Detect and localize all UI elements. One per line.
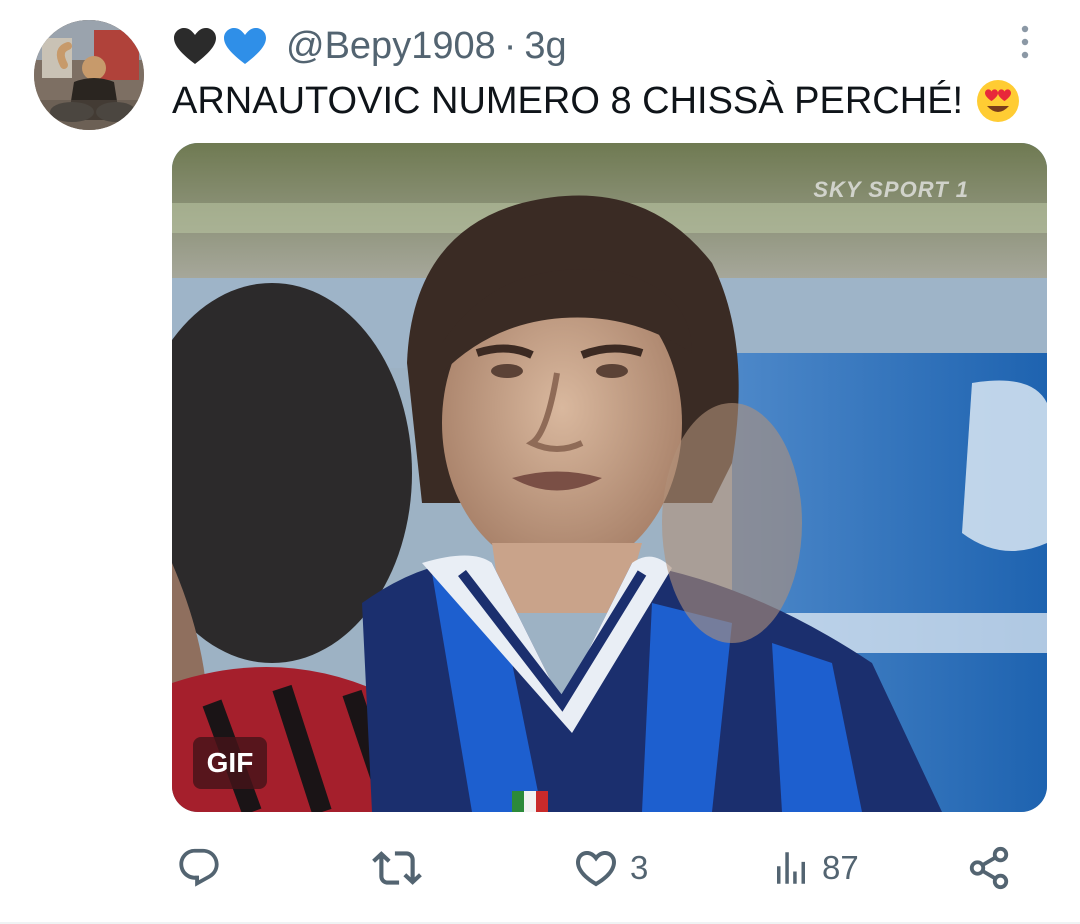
broadcast-logo: SKY SPORT 1 (813, 177, 969, 202)
reply-icon (179, 848, 219, 887)
views-count: 87 (822, 849, 859, 886)
blue-heart-icon (224, 28, 266, 64)
more-options-button[interactable] (1010, 22, 1040, 62)
gif-badge: GIF (193, 737, 267, 789)
separator-dot: · (503, 24, 517, 67)
tweet-text-body: ARNAUTOVIC NUMERO 8 CHISSÀ PERCHÉ! (172, 79, 964, 122)
display-name-emojis (172, 26, 268, 66)
like-button[interactable]: 3 (572, 840, 648, 896)
avatar-image (34, 20, 144, 130)
black-heart-icon (174, 28, 216, 64)
like-count: 3 (630, 849, 649, 886)
views-button[interactable]: 87 (770, 840, 859, 896)
user-handle[interactable]: @Bepy1908 (286, 25, 496, 68)
timestamp[interactable]: 3g (524, 25, 566, 68)
heart-eyes-emoji-icon (977, 80, 1020, 122)
reply-button[interactable] (176, 840, 222, 896)
tweet-header: @Bepy1908 · 3g (172, 18, 567, 74)
heart-icon (575, 851, 617, 887)
avatar[interactable] (34, 20, 144, 130)
retweet-icon (372, 851, 422, 885)
tweet[interactable]: @Bepy1908 · 3g ARNAUTOVIC NUMERO 8 CHISS… (0, 0, 1080, 924)
retweet-button[interactable] (372, 840, 422, 896)
gif-frame-image (172, 143, 1047, 812)
share-icon (969, 846, 1009, 890)
more-vertical-icon (1021, 25, 1029, 59)
share-button[interactable] (966, 840, 1012, 896)
tweet-text: ARNAUTOVIC NUMERO 8 CHISSÀ PERCHÉ! (172, 74, 1021, 128)
views-icon (777, 852, 805, 884)
tweet-media[interactable]: SKY SPORT 1 GIF (172, 143, 1047, 812)
